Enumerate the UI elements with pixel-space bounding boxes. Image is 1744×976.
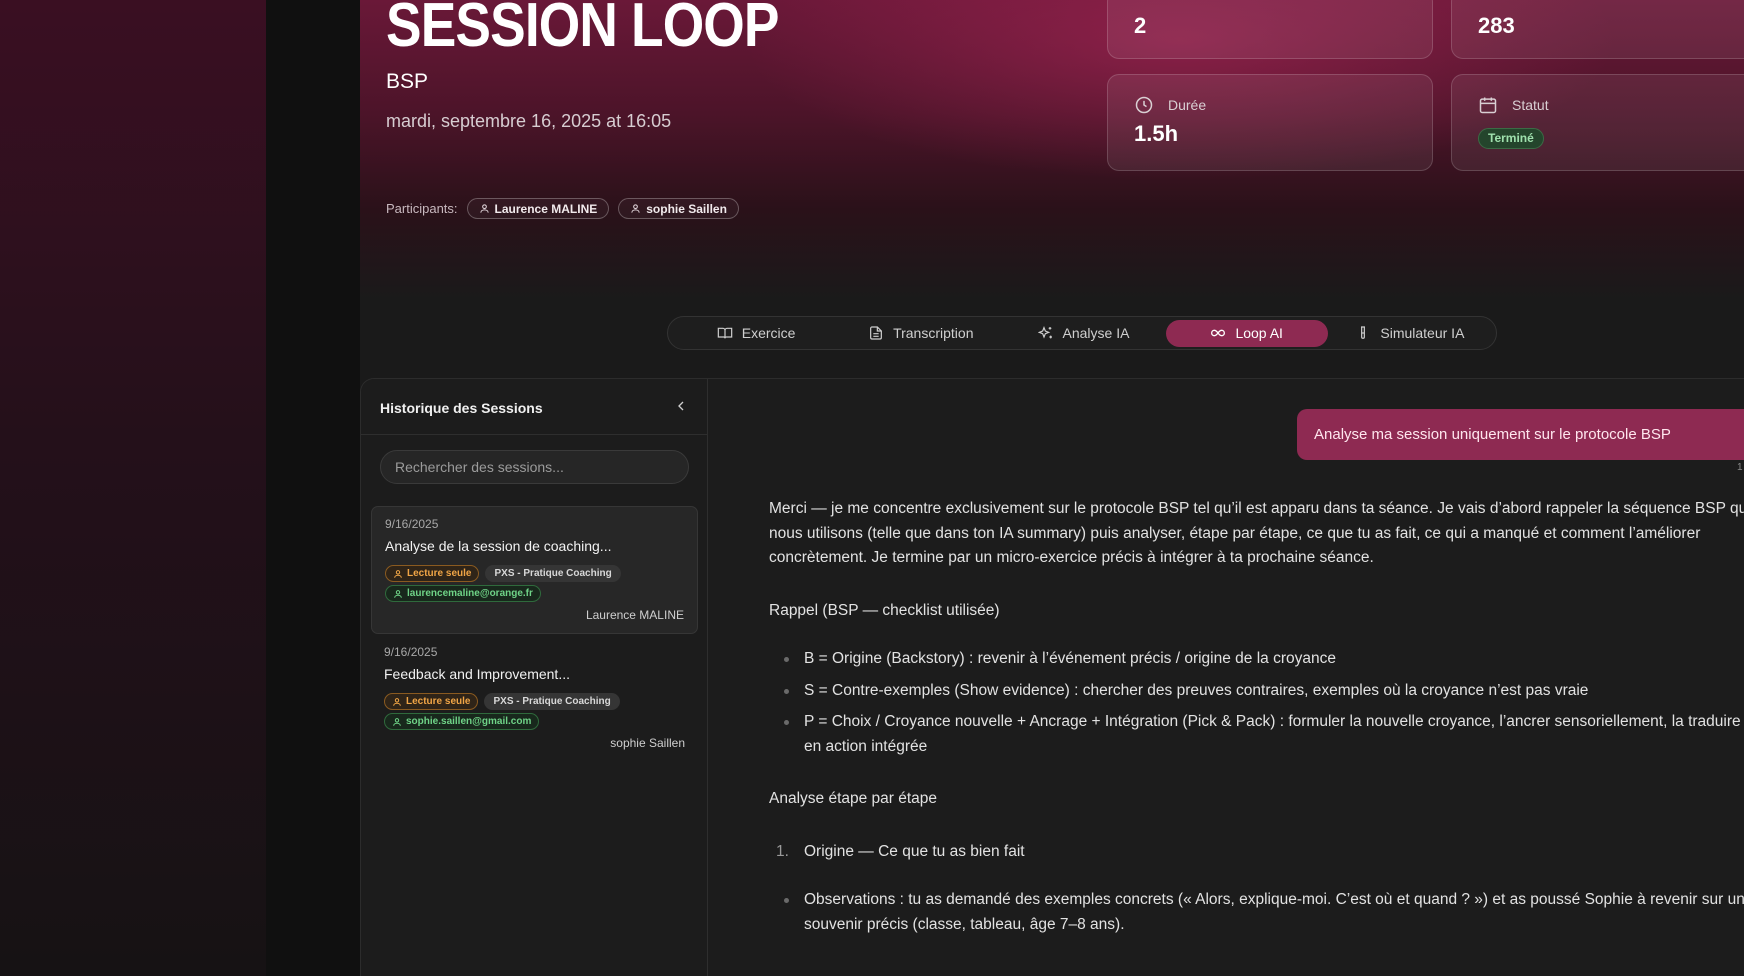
chat-area: Analyse ma session uniquement sur le pro…: [709, 379, 1744, 976]
session-title: Analyse de la session de coaching...: [385, 538, 612, 554]
step-title: Origine — Ce que tu as bien fait: [804, 842, 1025, 860]
email-tag-label: laurencemaline@orange.fr: [407, 588, 533, 599]
user-icon: [393, 717, 401, 726]
observations-list: Observations : tu as demandé des exemple…: [769, 888, 1744, 937]
session-list-item[interactable]: 9/16/2025 Feedback and Improvement... Le…: [371, 635, 698, 763]
session-tags: Lecture seule PXS - Pratique Coaching: [384, 693, 620, 710]
session-history-sidebar: Historique des Sessions 9/16/2025 Analys…: [361, 379, 708, 976]
book-icon: [717, 327, 733, 339]
session-title: Feedback and Improvement...: [384, 666, 570, 682]
sidebar-header: Historique des Sessions: [361, 379, 707, 435]
tab-bar: Exercice Transcription Analyse IA Loop A…: [667, 316, 1497, 350]
tab-exercice[interactable]: Exercice: [672, 320, 840, 347]
user-icon: [394, 569, 402, 578]
session-datetime: mardi, septembre 16, 2025 at 16:05: [386, 111, 672, 131]
participant-name: sophie Saillen: [646, 201, 727, 216]
duration-card: Durée 1.5h: [1107, 74, 1433, 171]
ai-response: Merci — je me concentre exclusivement su…: [769, 497, 1744, 965]
content-panel: Historique des Sessions 9/16/2025 Analys…: [360, 378, 1744, 976]
stat-value: 2: [1134, 13, 1147, 38]
list-item: Observations : tu as demandé des exemple…: [769, 888, 1744, 937]
chevron-left-icon[interactable]: [673, 398, 689, 414]
user-icon: [631, 204, 640, 213]
stat-card-1: 2: [1107, 0, 1433, 59]
participants-row: Participants: Laurence MALINE sophie Sai…: [386, 198, 739, 219]
tab-label: Analyse IA: [1062, 325, 1130, 341]
test-tube-icon: [1361, 326, 1366, 339]
tab-analyse-ia[interactable]: Analyse IA: [1001, 320, 1165, 347]
step-number: 1.: [776, 842, 789, 860]
tab-label: Transcription: [893, 325, 974, 341]
session-tags: Lecture seule PXS - Pratique Coaching: [385, 565, 621, 582]
left-background: [0, 0, 266, 976]
search-input[interactable]: [380, 450, 689, 484]
tab-transcription[interactable]: Transcription: [840, 320, 1001, 347]
stat-value: 283: [1478, 13, 1515, 38]
tab-loop-ai[interactable]: Loop AI: [1165, 319, 1328, 347]
duration-value: 1.5h: [1134, 121, 1179, 146]
duration-label: Durée: [1168, 97, 1207, 113]
list-item: P = Choix / Croyance nouvelle + Ancrage …: [769, 710, 1744, 759]
email-tag-label: sophie.saillen@gmail.com: [406, 716, 532, 727]
readonly-tag-label: Lecture seule: [407, 568, 472, 579]
tab-simulateur-ia[interactable]: Simulateur IA: [1328, 320, 1492, 347]
infinity-icon: [1211, 329, 1226, 337]
category-tag: PXS - Pratique Coaching: [485, 565, 621, 582]
email-tag: laurencemaline@orange.fr: [385, 585, 541, 602]
readonly-tag: Lecture seule: [384, 693, 479, 710]
user-icon: [479, 204, 489, 213]
sparkles-icon: [1037, 326, 1052, 339]
stat-card-2: 283: [1451, 0, 1744, 59]
document-icon: [870, 326, 883, 340]
tab-label: Loop AI: [1235, 325, 1283, 341]
session-header: SESSION LOOP BSP mardi, septembre 16, 20…: [360, 0, 1744, 300]
list-item: B = Origine (Backstory) : revenir à l’év…: [769, 647, 1744, 672]
user-message: Analyse ma session uniquement sur le pro…: [1297, 409, 1744, 460]
list-item: S = Contre-exemples (Show evidence) : ch…: [769, 679, 1744, 704]
tab-label: Simulateur IA: [1380, 325, 1465, 341]
session-date: 9/16/2025: [385, 517, 439, 531]
session-date: 9/16/2025: [384, 645, 438, 659]
readonly-tag: Lecture seule: [385, 565, 480, 582]
main-area: SESSION LOOP BSP mardi, septembre 16, 20…: [360, 0, 1744, 976]
calendar-icon: [1479, 97, 1497, 114]
user-icon: [394, 589, 402, 598]
ai-intro: Merci — je me concentre exclusivement su…: [769, 500, 1744, 566]
email-tag: sophie.saillen@gmail.com: [384, 713, 540, 730]
sidebar-title: Historique des Sessions: [380, 400, 543, 416]
participant-chip[interactable]: sophie Saillen: [618, 198, 739, 219]
recap-title: Rappel (BSP — checklist utilisée): [769, 601, 1000, 619]
participants-label: Participants:: [386, 201, 458, 216]
page-title: SESSION LOOP: [386, 0, 779, 60]
session-list-item[interactable]: 9/16/2025 Analyse de la session de coach…: [371, 506, 698, 634]
session-owner: Laurence MALINE: [585, 608, 684, 622]
left-gutter: [266, 0, 360, 976]
session-subtitle: BSP: [386, 70, 429, 93]
status-badge: Terminé: [1478, 128, 1544, 149]
tab-label: Exercice: [741, 325, 796, 341]
message-timestamp: 1: [1737, 462, 1743, 473]
participant-name: Laurence MALINE: [494, 201, 598, 216]
participant-chip[interactable]: Laurence MALINE: [466, 198, 610, 219]
step-heading: 1. Origine — Ce que tu as bien fait: [769, 840, 1744, 865]
category-tag: PXS - Pratique Coaching: [484, 693, 620, 710]
readonly-tag-label: Lecture seule: [406, 696, 471, 707]
status-card: Statut Terminé: [1451, 74, 1744, 171]
analysis-title: Analyse étape par étape: [769, 790, 938, 807]
recap-list: B = Origine (Backstory) : revenir à l’év…: [769, 647, 1744, 759]
session-owner: sophie Saillen: [610, 736, 685, 750]
user-icon: [393, 697, 401, 706]
status-label: Statut: [1512, 97, 1549, 113]
clock-icon: [1135, 96, 1153, 114]
